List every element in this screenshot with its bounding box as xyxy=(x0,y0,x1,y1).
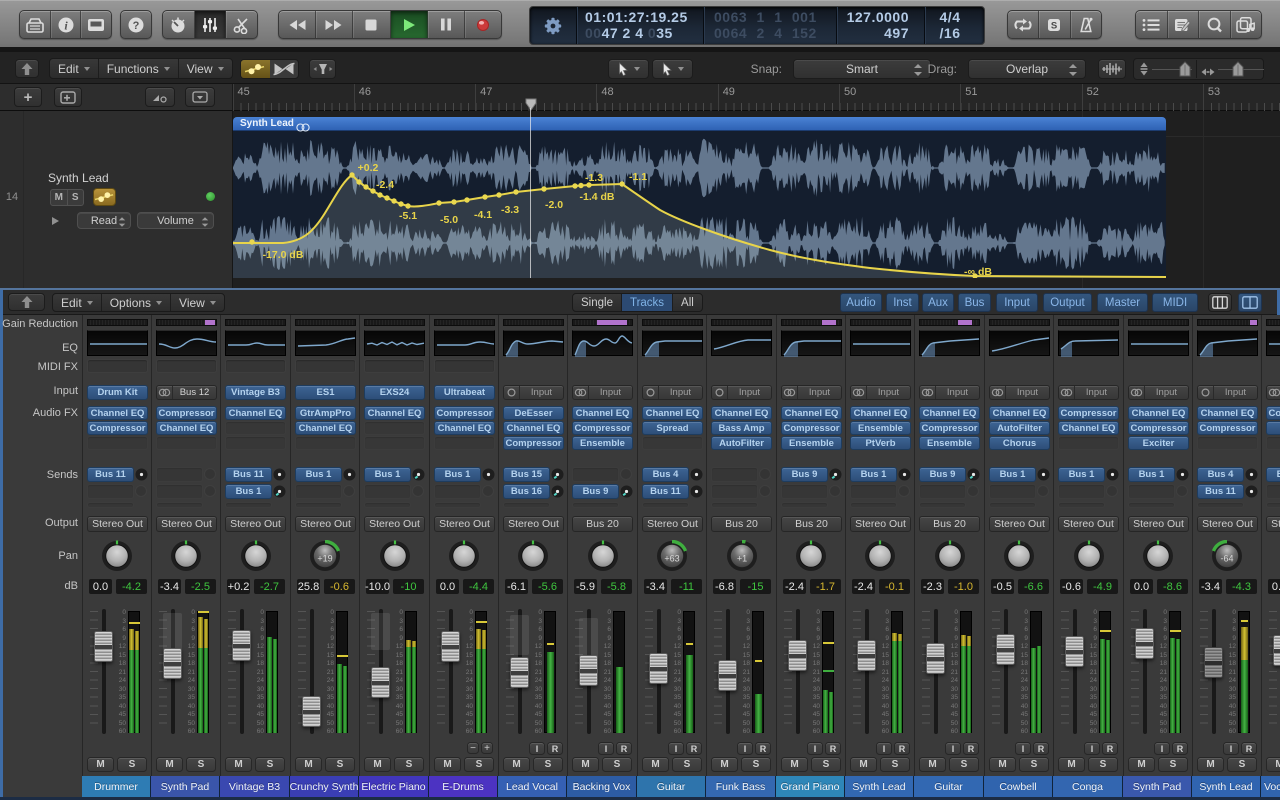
svg-text:-1.4 dB: -1.4 dB xyxy=(579,191,614,203)
svg-text:-2.0: -2.0 xyxy=(545,199,563,211)
svg-text:-4.1: -4.1 xyxy=(474,209,492,221)
svg-text:-1.3: -1.3 xyxy=(585,172,603,184)
svg-text:S: S xyxy=(1051,20,1057,31)
svg-text:-5.1: -5.1 xyxy=(399,210,417,222)
svg-text:+1: +1 xyxy=(737,554,747,564)
svg-text:?: ? xyxy=(133,20,140,32)
svg-text:-17.0 dB: -17.0 dB xyxy=(263,249,304,261)
svg-text:-5.0: -5.0 xyxy=(440,214,458,226)
svg-text:-1.1: -1.1 xyxy=(629,171,647,183)
svg-text:+0.2: +0.2 xyxy=(358,162,379,174)
svg-text:-64: -64 xyxy=(1220,554,1233,564)
svg-text:+19: +19 xyxy=(317,554,332,564)
svg-text:-3.3: -3.3 xyxy=(501,204,519,216)
svg-text:-∞ dB: -∞ dB xyxy=(964,266,992,278)
svg-text:+63: +63 xyxy=(664,554,679,564)
svg-text:-2.4: -2.4 xyxy=(376,179,394,191)
